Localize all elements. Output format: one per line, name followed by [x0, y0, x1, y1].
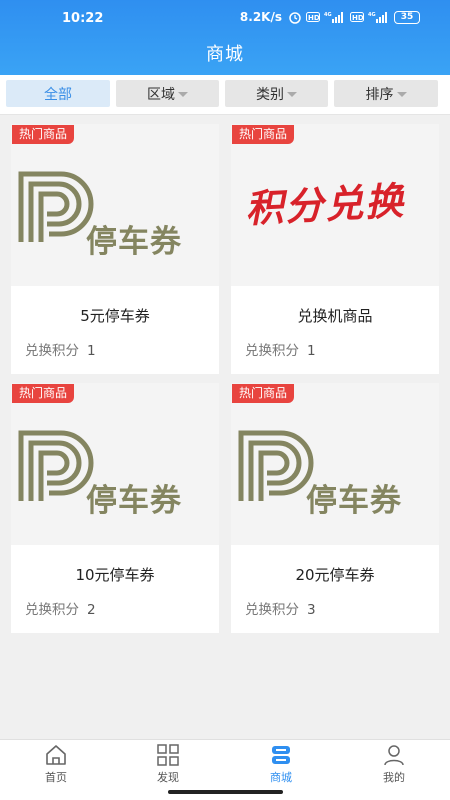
- svg-text:4G: 4G: [368, 12, 376, 18]
- points-label: 兑换积分: [245, 602, 299, 618]
- signal-icon: 4G: [324, 12, 343, 23]
- nav-discover[interactable]: 发现: [112, 740, 224, 788]
- nav-profile[interactable]: 我的: [338, 740, 450, 788]
- points-label: 兑换积分: [25, 602, 79, 618]
- home-indicator[interactable]: [168, 790, 283, 794]
- product-points: 兑换积分 1: [245, 339, 316, 359]
- svg-text:HD: HD: [352, 14, 364, 22]
- battery-icon: 35: [394, 10, 420, 24]
- filter-label: 类别: [256, 86, 284, 103]
- product-image-text: 停车券: [306, 483, 402, 519]
- filter-all-button[interactable]: 全部: [6, 80, 110, 107]
- filter-sort-dropdown[interactable]: 排序: [334, 80, 438, 107]
- caret-down-icon: [178, 92, 188, 97]
- nav-label: 发现: [157, 771, 179, 784]
- hot-badge: 热门商品: [232, 125, 295, 144]
- filter-label: 区域: [147, 86, 175, 103]
- caret-down-icon: [396, 92, 407, 97]
- points-label: 兑换积分: [25, 343, 79, 359]
- product-image-text: 停车券: [86, 483, 182, 519]
- product-image: 停车券 热门商品: [11, 124, 219, 286]
- svg-text:HD: HD: [308, 14, 320, 22]
- product-name: 20元停车券: [295, 566, 375, 584]
- hot-badge: 热门商品: [12, 125, 75, 144]
- user-icon: [384, 745, 404, 766]
- filter-bar: 全部 区域 类别 排序: [0, 75, 450, 115]
- product-image: 停车券 热门商品: [231, 383, 439, 545]
- product-points: 兑换积分 3: [245, 598, 316, 618]
- points-value: 2: [87, 602, 96, 618]
- product-name: 兑换机商品: [297, 307, 373, 325]
- points-value: 3: [307, 602, 316, 618]
- nav-store[interactable]: 商城: [225, 740, 337, 788]
- status-bar: 10:22 8.2K/s HD 4G HD 4G 35: [0, 0, 450, 34]
- hd-icon: HD: [350, 12, 364, 22]
- nav-label: 首页: [45, 771, 67, 784]
- product-points: 兑换积分 2: [25, 598, 96, 618]
- filter-region-dropdown[interactable]: 区域: [116, 80, 219, 107]
- status-icons: 8.2K/s HD 4G HD 4G 35: [240, 10, 420, 24]
- parking-p-icon: [238, 430, 314, 501]
- product-card[interactable]: 停车券 热门商品 20元停车券 兑换积分 3: [231, 383, 439, 633]
- signal-icon: 4G: [368, 12, 387, 23]
- filter-label: 全部: [44, 86, 72, 103]
- nav-label: 我的: [383, 771, 405, 784]
- product-image-text: 停车券: [86, 224, 182, 260]
- product-image: 积分兑换 热门商品: [231, 124, 439, 286]
- hot-badge: 热门商品: [232, 384, 295, 403]
- points-value: 1: [307, 343, 316, 359]
- product-card[interactable]: 停车券 热门商品 5元停车券 兑换积分 1: [11, 124, 219, 374]
- product-points: 兑换积分 1: [25, 339, 96, 359]
- page-title: 商城: [206, 44, 244, 65]
- status-time: 10:22: [62, 11, 104, 26]
- product-image: 停车券 热门商品: [11, 383, 219, 545]
- store-icon: [272, 746, 290, 764]
- nav-home[interactable]: 首页: [0, 740, 112, 788]
- points-value: 1: [87, 343, 96, 359]
- parking-p-icon: [18, 171, 94, 242]
- filter-category-dropdown[interactable]: 类别: [225, 80, 328, 107]
- product-card[interactable]: 停车券 热门商品 10元停车券 兑换积分 2: [11, 383, 219, 633]
- alarm-icon: [289, 12, 301, 24]
- filter-label: 排序: [365, 86, 394, 103]
- app-header: 10:22 8.2K/s HD 4G HD 4G 35 商城: [0, 0, 450, 75]
- caret-down-icon: [287, 92, 297, 97]
- network-speed: 8.2K/s: [239, 10, 282, 24]
- parking-p-icon: [18, 430, 94, 501]
- hd-icon: HD: [306, 12, 320, 22]
- product-card[interactable]: 积分兑换 热门商品 兑换机商品 兑换积分 1: [231, 124, 439, 374]
- grid-icon: [157, 744, 179, 766]
- svg-text:4G: 4G: [324, 12, 332, 18]
- hot-badge: 热门商品: [12, 384, 75, 403]
- nav-label: 商城: [270, 771, 292, 784]
- product-name: 5元停车券: [80, 307, 150, 325]
- home-icon: [46, 745, 66, 765]
- points-label: 兑换积分: [245, 343, 299, 359]
- product-image-text: 积分兑换: [244, 177, 407, 232]
- product-name: 10元停车券: [75, 566, 155, 584]
